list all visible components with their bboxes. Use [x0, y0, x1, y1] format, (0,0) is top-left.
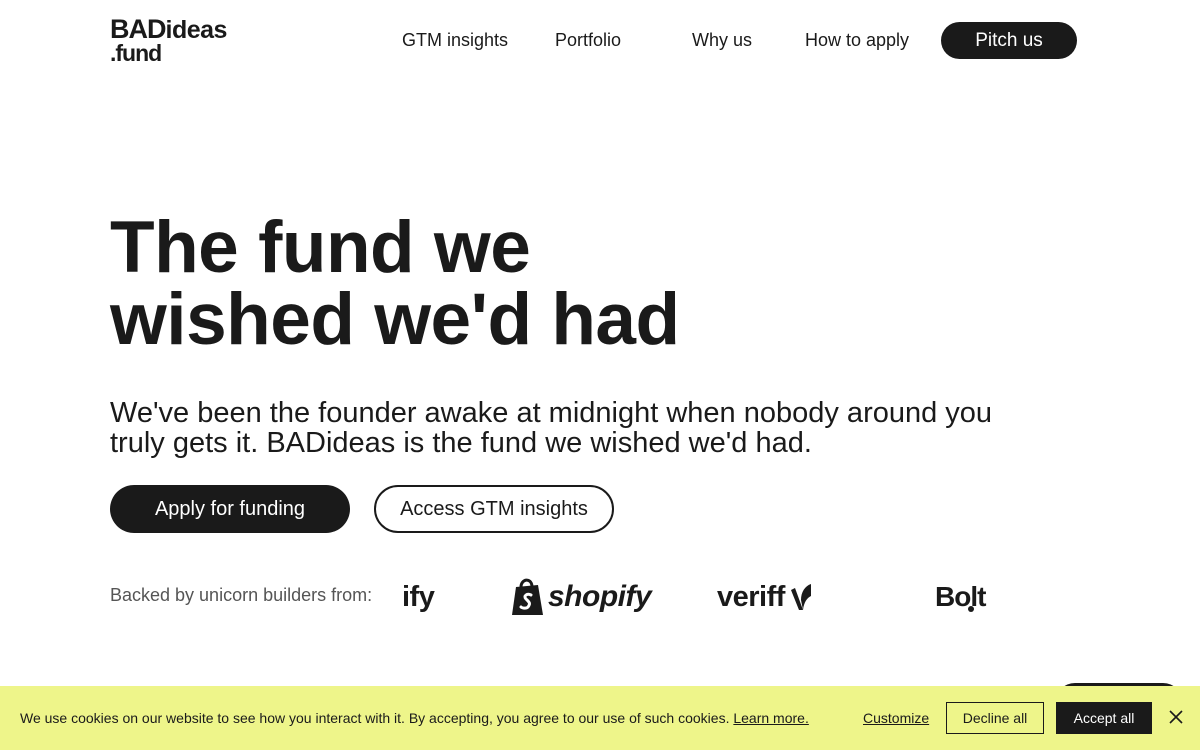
- nav-link-how-to-apply[interactable]: How to apply: [805, 29, 909, 51]
- veriff-mark-icon: [790, 584, 811, 610]
- close-icon[interactable]: [1166, 707, 1186, 727]
- shopify-bag-icon: [512, 578, 543, 615]
- site-header: BADideas .fund GTM insights Portfolio Wh…: [0, 0, 1200, 80]
- hero-title-line-2: wished we'd had: [110, 279, 680, 360]
- accept-all-button[interactable]: Accept all: [1056, 702, 1152, 734]
- logo-veriff: veriff: [717, 572, 813, 622]
- close-x-glyph: [1169, 710, 1183, 724]
- pitch-us-button[interactable]: Pitch us: [941, 22, 1077, 59]
- apply-for-funding-button[interactable]: Apply for funding: [110, 485, 350, 533]
- hero-title-line-1: The fund we: [110, 207, 531, 288]
- nav-link-portfolio[interactable]: Portfolio: [555, 29, 621, 51]
- customize-link[interactable]: Customize: [863, 710, 929, 727]
- site-logo[interactable]: BADideas .fund: [110, 15, 260, 65]
- logo-shopify: shopify: [510, 572, 652, 622]
- nav-link-gtm-insights[interactable]: GTM insights: [402, 29, 508, 51]
- logo-line-2: .fund: [110, 40, 162, 66]
- cookie-message: We use cookies on our website to see how…: [20, 710, 809, 726]
- decline-all-button[interactable]: Decline all: [946, 702, 1044, 734]
- hero-title: The fund we wished we'd had: [110, 207, 810, 360]
- cookie-banner: We use cookies on our website to see how…: [0, 686, 1200, 750]
- access-gtm-insights-button[interactable]: Access GTM insights: [374, 485, 614, 533]
- nav-link-why-us[interactable]: Why us: [692, 29, 752, 51]
- learn-more-link[interactable]: Learn more.: [733, 710, 808, 726]
- hero-subtitle: We've been the founder awake at midnight…: [110, 397, 993, 459]
- backed-by-label: Backed by unicorn builders from:: [110, 585, 373, 605]
- logo-ify: ify: [402, 580, 435, 613]
- logo-bolt: Bolt: [935, 581, 986, 612]
